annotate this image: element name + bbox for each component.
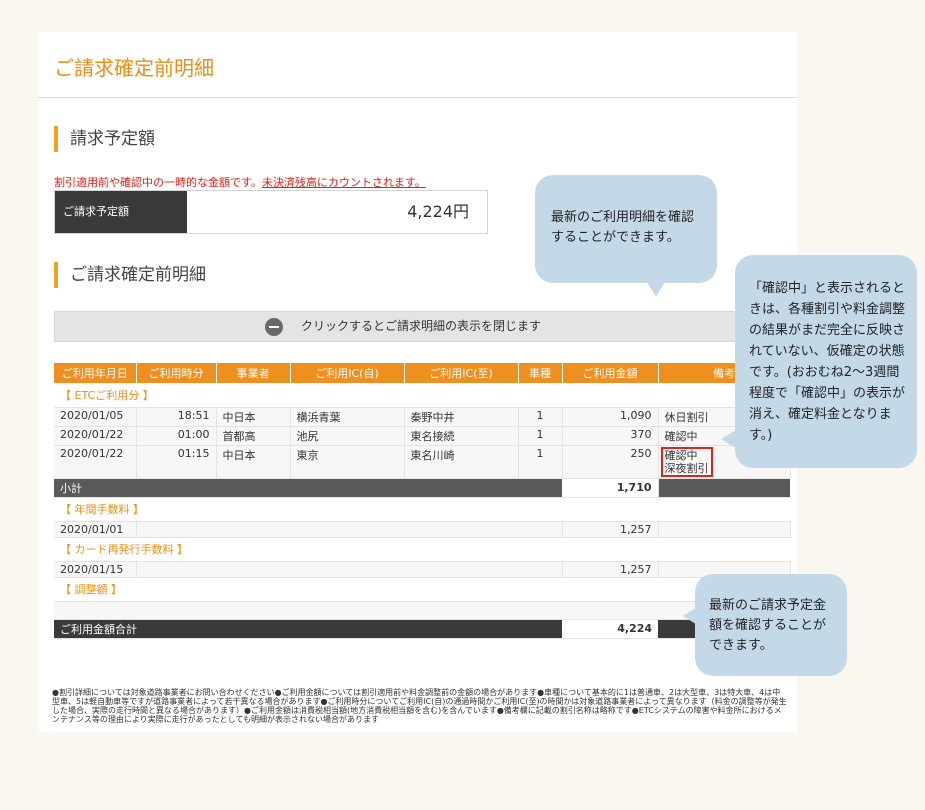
col-header-from-ic: ご利用IC(自) xyxy=(290,363,405,383)
total-row: ご利用金額合計 4,224 xyxy=(54,619,790,639)
category-label: 【 カード再発行手数料 】 xyxy=(54,537,790,562)
cell-empty xyxy=(136,521,563,538)
subtotal-filler xyxy=(658,478,790,498)
estimate-amount-value: 4,224円 xyxy=(407,202,469,221)
statement-panel: ご請求確定前明細 請求予定額 割引適用前や確認中の一時的な金額です。未決済残高に… xyxy=(38,32,797,732)
cell-time: 01:15 xyxy=(136,445,217,479)
subtotal-value: 1,710 xyxy=(562,478,659,498)
table-row: 2020/01/15 1,257 xyxy=(54,561,791,578)
cell-operator: 中日本 xyxy=(216,407,291,427)
estimate-amount-box: ご請求予定額 4,224円 xyxy=(54,190,488,234)
unsettled-balance-link[interactable]: 未決済残高にカウントされます。 xyxy=(262,176,426,189)
subtotal-row: 小計 1,710 xyxy=(54,478,790,498)
col-header-amount: ご利用金額 xyxy=(562,363,659,383)
cell-amount: 1,257 xyxy=(562,521,659,538)
toggle-details-label: クリックするとご請求明細の表示を閉じます xyxy=(301,319,542,333)
cell-date: 2020/01/22 xyxy=(54,426,137,446)
cell-amount: 370 xyxy=(562,426,659,446)
cell-amount: 1,090 xyxy=(562,407,659,427)
cell-date: 2020/01/15 xyxy=(54,561,137,578)
cell-note xyxy=(658,521,791,538)
cell-operator: 中日本 xyxy=(216,445,291,479)
cell-vehicle-type: 1 xyxy=(518,426,563,446)
usage-detail-table: ご利用年月日 ご利用時分 事業者 ご利用IC(自) ご利用IC(至) 車種 ご利… xyxy=(54,363,791,639)
cell-to-ic: 秦野中井 xyxy=(404,407,519,427)
highlighted-note: 確認中 深夜割引 xyxy=(660,446,713,477)
table-row: 2020/01/22 01:15 中日本 東京 東名川崎 1 250 確認中 深… xyxy=(54,445,791,479)
cell-date: 2020/01/22 xyxy=(54,445,137,479)
cell-amount: 250 xyxy=(562,445,659,479)
estimate-section-heading: 請求予定額 xyxy=(54,126,155,152)
category-label: 【 年間手数料 】 xyxy=(54,497,790,522)
minus-circle-icon xyxy=(265,318,283,336)
category-row-annual-fee: 【 年間手数料 】 xyxy=(54,497,790,522)
toggle-details-button[interactable]: クリックするとご請求明細の表示を閉じます xyxy=(54,311,797,342)
cell-vehicle-type: 1 xyxy=(518,445,563,479)
cell-time: 18:51 xyxy=(136,407,217,427)
callout-latest-details: 最新のご利用明細を確認することができます。 xyxy=(535,175,717,297)
page-title: ご請求確定前明細 xyxy=(54,56,214,80)
subtotal-label: 小計 xyxy=(54,478,562,498)
cell-date: 2020/01/01 xyxy=(54,521,137,538)
cell-from-ic: 池尻 xyxy=(290,426,405,446)
col-header-time: ご利用時分 xyxy=(136,363,217,383)
cell-vehicle-type: 1 xyxy=(518,407,563,427)
cell-to-ic: 東名接続 xyxy=(404,426,519,446)
cell-operator: 首都高 xyxy=(216,426,291,446)
estimate-notice: 割引適用前や確認中の一時的な金額です。未決済残高にカウントされます。 xyxy=(54,174,426,190)
cell-amount: 1,257 xyxy=(562,561,659,578)
cell-empty xyxy=(54,601,791,620)
title-divider xyxy=(38,97,797,98)
cell-to-ic: 東名川崎 xyxy=(404,445,519,479)
table-row: 2020/01/22 01:00 首都高 池尻 東名接続 1 370 確認中 xyxy=(54,426,791,446)
note-line: 深夜割引 xyxy=(664,461,709,475)
details-section-heading: ご請求確定前明細 xyxy=(54,262,206,288)
col-header-to-ic: ご利用IC(至) xyxy=(404,363,519,383)
table-row xyxy=(54,601,791,620)
callout-confirming-status: 「確認中」と表示されるときは、各種割引や料金調整の結果がまだ完全に反映されていな… xyxy=(721,255,917,468)
cell-from-ic: 横浜青葉 xyxy=(290,407,405,427)
col-header-vehicle-type: 車種 xyxy=(518,363,563,383)
callout-latest-estimate: 最新のご請求予定金額を確認することができます。 xyxy=(683,574,847,676)
table-header-row: ご利用年月日 ご利用時分 事業者 ご利用IC(自) ご利用IC(至) 車種 ご利… xyxy=(54,363,791,383)
category-label: 【 ETCご利用分 】 xyxy=(54,383,790,408)
estimate-amount-label: ご請求予定額 xyxy=(55,191,187,233)
cell-from-ic: 東京 xyxy=(290,445,405,479)
cell-time: 01:00 xyxy=(136,426,217,446)
total-label: ご利用金額合計 xyxy=(54,619,562,639)
category-row-adjustment: 【 調整額 】 xyxy=(54,577,790,602)
note-line: 確認中 xyxy=(664,448,698,462)
category-row-card-reissue: 【 カード再発行手数料 】 xyxy=(54,537,790,562)
category-row-etc: 【 ETCご利用分 】 xyxy=(54,383,790,408)
total-value: 4,224 xyxy=(562,619,658,639)
table-row: 2020/01/01 1,257 xyxy=(54,521,791,538)
category-label: 【 調整額 】 xyxy=(54,577,790,602)
col-header-operator: 事業者 xyxy=(216,363,291,383)
cell-date: 2020/01/05 xyxy=(54,407,137,427)
cell-empty xyxy=(136,561,563,578)
col-header-date: ご利用年月日 xyxy=(54,363,137,383)
estimate-notice-text: 割引適用前や確認中の一時的な金額です。 xyxy=(54,176,262,189)
table-row: 2020/01/05 18:51 中日本 横浜青葉 秦野中井 1 1,090 休… xyxy=(54,407,791,427)
footnote: ●割引詳細については対象道路事業者にお問い合わせください●ご利用金額については割… xyxy=(52,688,787,724)
